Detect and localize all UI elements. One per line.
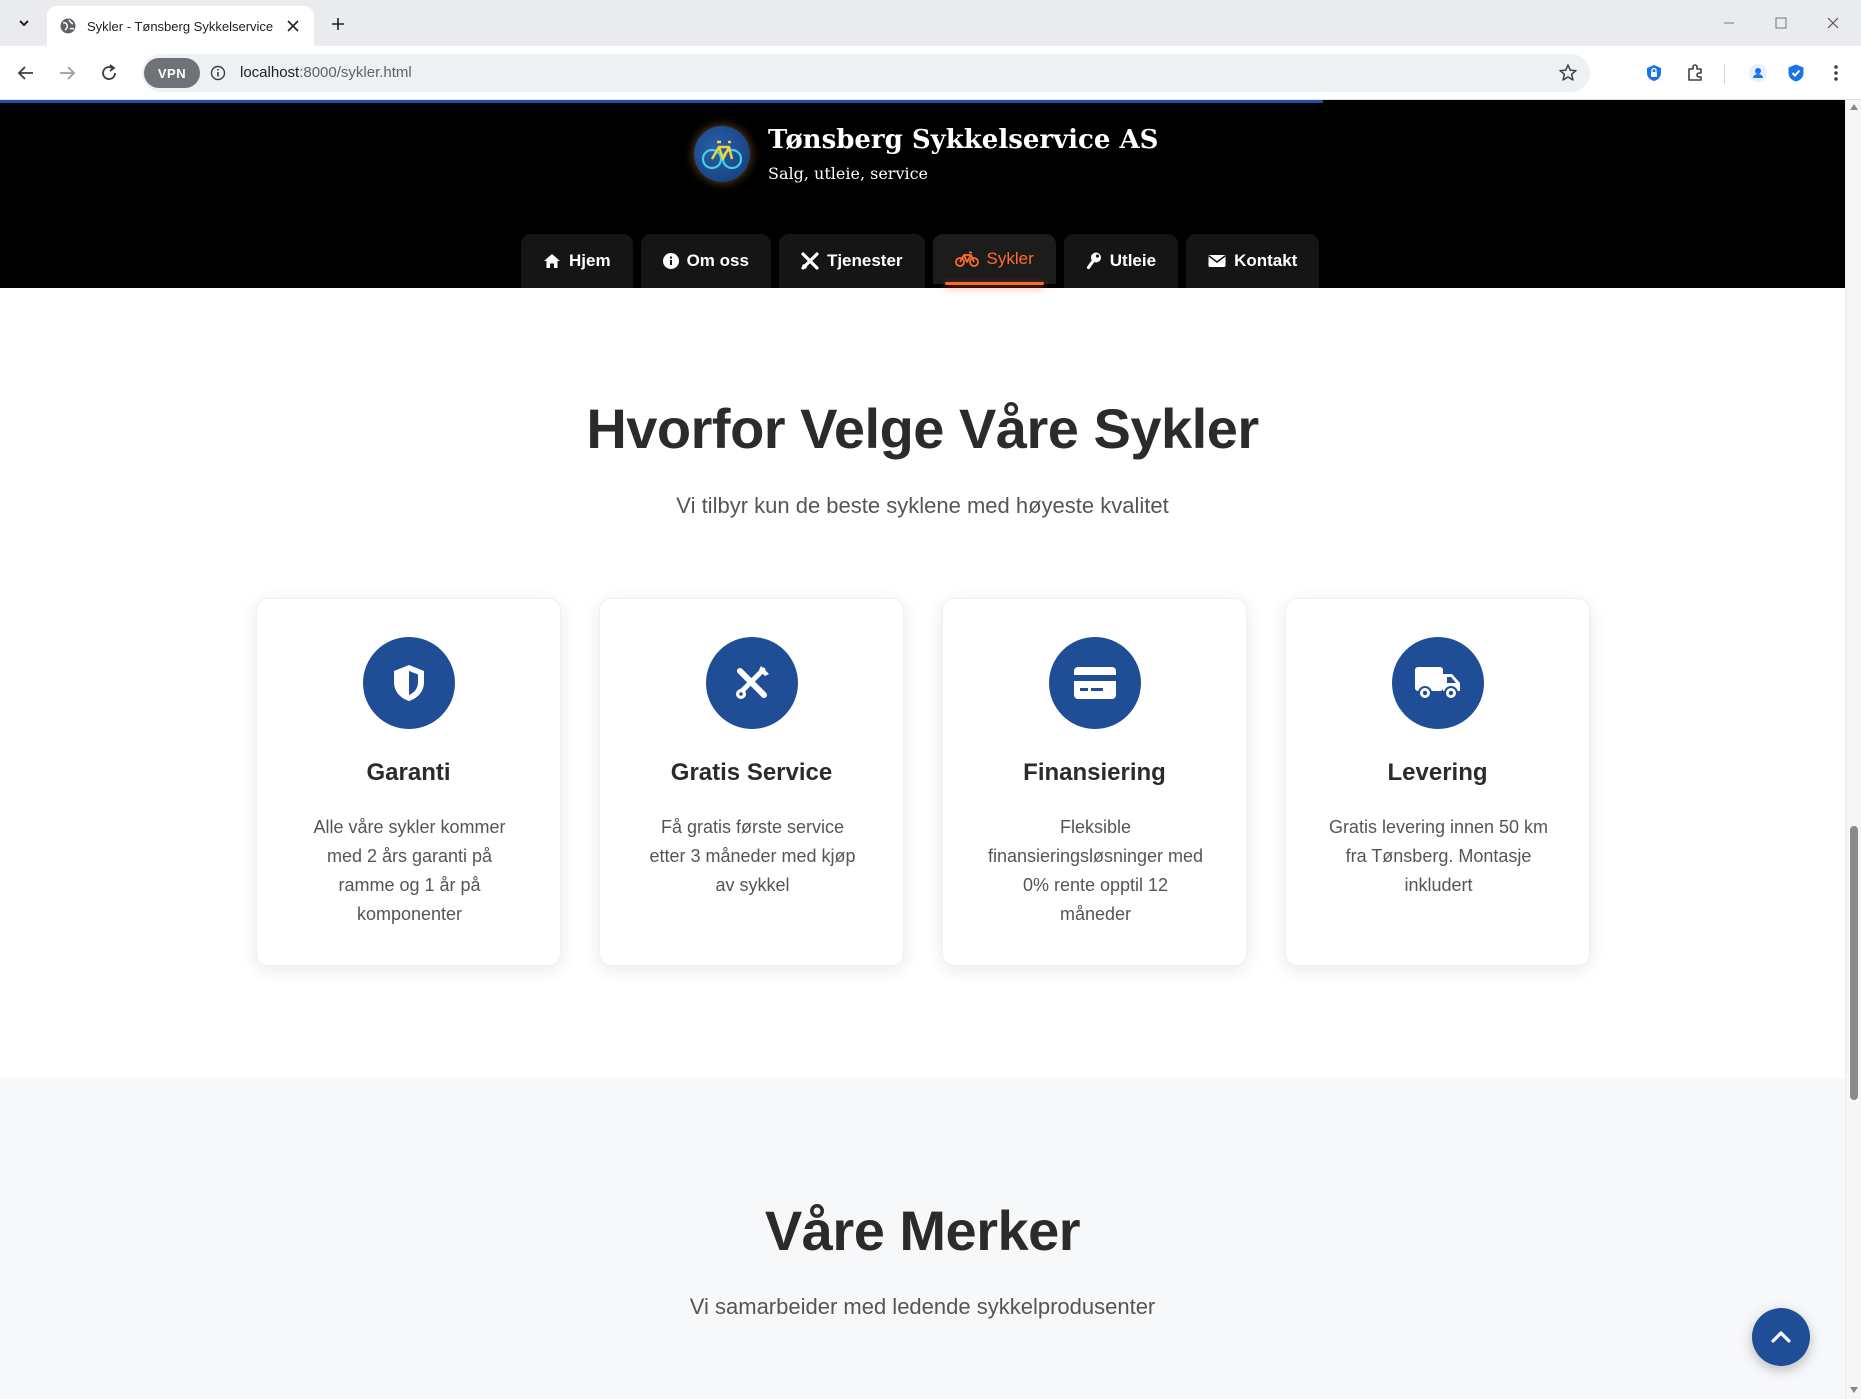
scroll-progress-bar	[0, 100, 1323, 103]
feature-card-text: Fleksible finansieringsløsninger med 0% …	[987, 817, 1204, 924]
back-to-top	[1752, 1308, 1844, 1368]
home-icon	[544, 254, 560, 268]
tab-title: Sykler - Tønsberg Sykkelservice og	[87, 18, 276, 34]
vpn-badge[interactable]: VPN	[144, 58, 200, 88]
section-title-why: Hvorfor Velge Våre Sykler	[586, 397, 1259, 460]
envelope-icon	[1208, 255, 1226, 267]
page-scrollbar[interactable]	[1845, 100, 1861, 1399]
nav-item-utleie[interactable]: Utleie	[1063, 234, 1179, 288]
scrollbar-thumb[interactable]	[1850, 826, 1858, 1100]
minimize-icon	[1724, 22, 1734, 24]
tab-search-button[interactable]	[9, 9, 39, 37]
feature-card-title: Garanti	[366, 759, 451, 786]
truck-icon	[1392, 637, 1484, 729]
arrow-right-icon	[60, 66, 76, 80]
shield-icon	[363, 637, 455, 729]
maximize-icon	[1775, 17, 1787, 29]
feature-card-title: Levering	[1387, 759, 1488, 786]
brand[interactable]: Tønsberg Sykkelservice AS Salg, utleie, …	[694, 124, 1158, 183]
site-info-icon[interactable]	[208, 63, 228, 83]
toolbar-separator	[1724, 64, 1725, 84]
bookmark-star-icon[interactable]	[1556, 61, 1580, 85]
feature-cards: Garanti Alle våre sykler kommer med 2 år…	[256, 598, 1590, 966]
reload-button[interactable]	[93, 57, 125, 89]
feature-card-title: Finansiering	[1023, 759, 1166, 786]
nav-item-label: Tjenester	[826, 251, 903, 270]
wrench-icon	[1086, 252, 1101, 270]
minimize-button[interactable]	[1703, 0, 1755, 46]
brands-section: Våre Merker Vi samarbeider med ledende s…	[0, 1078, 1845, 1399]
tools-icon	[706, 637, 798, 729]
browser-tab-active[interactable]: Sykler - Tønsberg Sykkelservice og	[47, 6, 314, 46]
back-button[interactable]	[10, 57, 42, 89]
nav-item-tjenester[interactable]: Tjenester	[778, 234, 925, 288]
window-close-button[interactable]	[1807, 0, 1859, 46]
url-path: :8000/sykler.html	[299, 64, 412, 81]
maximize-button[interactable]	[1755, 0, 1807, 46]
bicycle-logo-icon	[694, 126, 750, 182]
scroll-up-arrow-icon[interactable]	[1850, 104, 1858, 110]
feature-card-title: Gratis Service	[670, 759, 833, 786]
company-tagline: Salg, utleie, service	[768, 164, 929, 183]
main-nav: Hjem Om oss Tjenester Sykler Utleie Kont…	[521, 234, 1320, 288]
feature-card-text: Få gratis første service etter 3 måneder…	[649, 817, 856, 895]
scroll-down-arrow-icon[interactable]	[1850, 1387, 1858, 1393]
globe-icon	[60, 18, 76, 34]
nav-item-label: Utleie	[1109, 251, 1157, 270]
company-name: Tønsberg Sykkelservice AS	[768, 125, 1159, 155]
back-to-top-button[interactable]	[1752, 1308, 1810, 1366]
info-icon	[662, 253, 679, 269]
nav-item-label: Kontakt	[1234, 251, 1298, 270]
nav-item-om-oss[interactable]: Om oss	[640, 234, 771, 288]
section-subtitle-why: Vi tilbyr kun de beste syklene med høyes…	[676, 493, 1169, 518]
extension-shield-icon[interactable]	[1640, 59, 1668, 87]
tools-icon	[801, 252, 819, 270]
nav-item-label: Hjem	[569, 251, 611, 270]
nav-item-hjem[interactable]: Hjem	[521, 234, 633, 288]
site-header: Tønsberg Sykkelservice AS Salg, utleie, …	[0, 100, 1845, 288]
browser-tabstrip: Sykler - Tønsberg Sykkelservice og	[0, 0, 1861, 46]
feature-card-garanti: Garanti Alle våre sykler kommer med 2 år…	[256, 598, 561, 966]
feature-card-gratis-service: Gratis Service Få gratis første service …	[599, 598, 904, 966]
chevron-up-icon	[1771, 1331, 1791, 1343]
close-icon	[1827, 17, 1839, 29]
reload-icon	[102, 64, 116, 80]
feature-card-text: Gratis levering innen 50 km fra Tønsberg…	[1328, 817, 1549, 895]
feature-card-finansiering: Finansiering Fleksible finansieringsløsn…	[942, 598, 1247, 966]
nav-item-label: Om oss	[686, 251, 749, 270]
forward-button[interactable]	[51, 57, 83, 89]
new-tab-button[interactable]	[324, 10, 352, 38]
nav-item-kontakt[interactable]: Kontakt	[1186, 234, 1320, 288]
kebab-menu-icon[interactable]	[1822, 59, 1850, 87]
close-tab-icon[interactable]	[282, 15, 304, 37]
section-title-brands: Våre Merker	[764, 1199, 1081, 1262]
bicycle-icon	[954, 251, 979, 267]
arrow-left-icon	[17, 66, 33, 80]
profile-avatar-icon[interactable]	[1744, 59, 1772, 87]
browser-toolbar: VPN localhost:8000/sykler.html	[0, 46, 1861, 100]
chevron-down-icon	[19, 20, 29, 27]
security-shield-icon[interactable]	[1782, 59, 1810, 87]
nav-item-label: Sykler	[986, 249, 1034, 268]
credit-card-icon	[1049, 637, 1141, 729]
feature-card-text: Alle våre sykler kommer med 2 års garant…	[313, 817, 506, 924]
nav-item-sykler[interactable]: Sykler	[932, 234, 1056, 285]
feature-card-levering: Levering Gratis levering innen 50 km fra…	[1285, 598, 1590, 966]
extensions-puzzle-icon[interactable]	[1681, 59, 1709, 87]
url-host: localhost	[240, 64, 300, 81]
page-viewport: Tønsberg Sykkelservice AS Salg, utleie, …	[0, 100, 1845, 1399]
plus-icon	[332, 18, 344, 30]
section-subtitle-brands: Vi samarbeider med ledende sykkelproduse…	[689, 1294, 1156, 1319]
address-bar[interactable]: VPN localhost:8000/sykler.html	[142, 54, 1590, 92]
url-text[interactable]: localhost:8000/sykler.html	[240, 64, 412, 81]
